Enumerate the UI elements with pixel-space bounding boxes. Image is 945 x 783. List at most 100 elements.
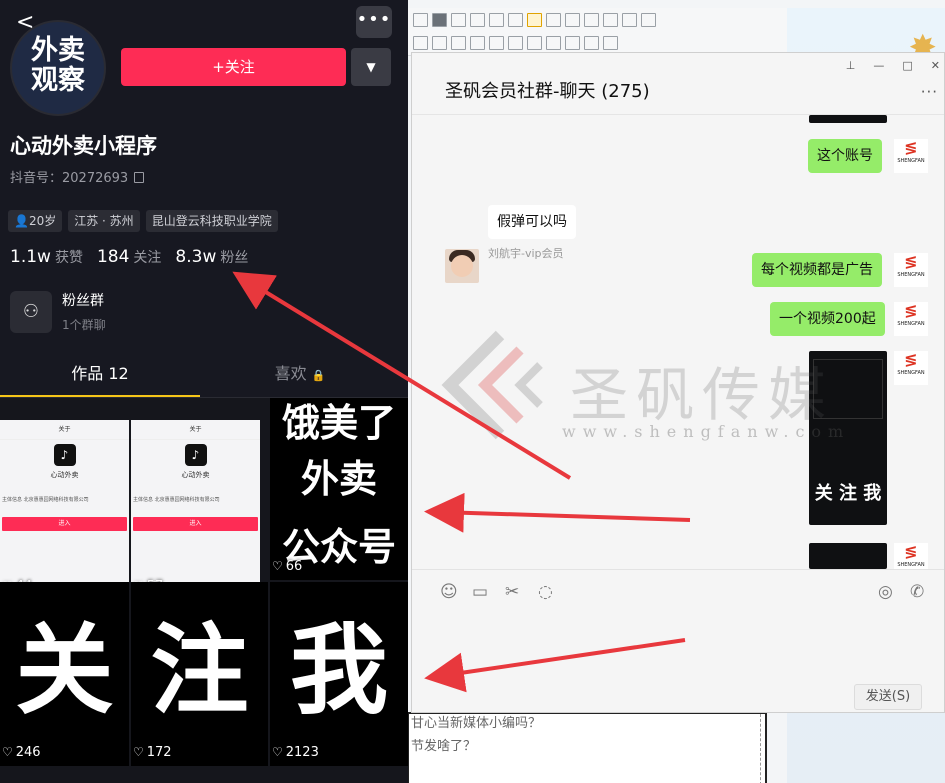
video-icon[interactable] xyxy=(508,35,523,50)
text-style-icon[interactable] xyxy=(641,12,656,27)
tag-school: 昆山登云科技职业学院 xyxy=(145,210,278,232)
justify-icon[interactable] xyxy=(508,12,523,27)
tab-works[interactable]: 作品 12 xyxy=(0,352,200,397)
stat-fans[interactable]: 8.3w 粉丝 xyxy=(175,247,248,267)
scissors-icon[interactable]: ✂ xyxy=(505,582,519,602)
wechat-chat-window: 圣矾会员社群-聊天 (275) ⊥ — □ ✕ ··· 这个账号 ≶ SHENGF… xyxy=(411,52,945,713)
account-name: 心动外卖小程序 xyxy=(10,134,157,158)
chat-bubble-icon[interactable]: ◌ xyxy=(538,582,553,602)
table-icon[interactable] xyxy=(413,35,428,50)
stat-label: 关注 xyxy=(133,250,162,266)
align-center-icon[interactable] xyxy=(470,12,485,27)
like-count-text: 2123 xyxy=(285,745,319,760)
follow-button[interactable]: +关注 xyxy=(121,48,346,86)
back-icon[interactable]: < xyxy=(16,10,34,35)
maximize-icon[interactable]: □ xyxy=(902,59,912,72)
message-bubble-self: 一个视频200起 xyxy=(770,302,885,336)
message-bubble-self: 这个账号 xyxy=(808,139,882,173)
eraser-icon[interactable] xyxy=(546,35,561,50)
grid-icon[interactable] xyxy=(432,35,447,50)
more-options-icon[interactable]: ··· xyxy=(921,83,938,101)
avatar[interactable]: ≶ SHENGFAN xyxy=(894,543,928,569)
fans-group-count: 1个群聊 xyxy=(62,318,106,332)
brush-icon[interactable] xyxy=(584,35,599,50)
video-thumbnail[interactable]: 注 ♡ 172 xyxy=(131,582,268,766)
format-icon[interactable] xyxy=(413,12,428,27)
video-overlay-text: 关 xyxy=(15,614,114,728)
image-char: 关 xyxy=(814,483,833,504)
settings-icon[interactable] xyxy=(603,35,618,50)
heart-icon: ♡ xyxy=(272,559,283,573)
avatar[interactable] xyxy=(445,249,479,283)
line-spacing-icon[interactable] xyxy=(584,12,599,27)
image-content xyxy=(813,359,883,419)
mini-app-name: 心动外卖 xyxy=(181,471,210,479)
tag-age: 👤20岁 xyxy=(8,210,63,232)
send-button[interactable]: 发送(S) xyxy=(854,684,922,710)
folder-icon[interactable]: ▭ xyxy=(472,582,488,602)
image-char: 注 xyxy=(839,483,857,504)
profile-header: 外卖 观察 < ••• +关注 ▼ 心动外卖小程序 抖音号：20272693 👤… xyxy=(0,0,408,398)
mini-header: 关于 xyxy=(131,420,260,440)
outdent-icon[interactable] xyxy=(565,12,580,27)
image-icon[interactable] xyxy=(470,35,485,50)
image-message[interactable]: 关 注 我 xyxy=(809,351,887,525)
close-icon[interactable]: ✕ xyxy=(931,59,940,72)
doc-page-body: 甘心当新媒体小编吗？ 节发啥了？ xyxy=(409,714,761,783)
minimize-icon[interactable]: — xyxy=(873,59,884,72)
logo-mark-icon: ≶ xyxy=(904,252,918,271)
avatar[interactable]: ≶ SHENGFAN xyxy=(894,253,928,287)
image-message[interactable] xyxy=(809,115,887,123)
lock-icon: 🔒 xyxy=(311,369,326,382)
avatar[interactable]: ≶ SHENGFAN xyxy=(894,302,928,336)
stat-following[interactable]: 184 关注 xyxy=(97,247,161,267)
video-overlay-text: 饿美了 xyxy=(281,401,396,445)
doc-page: 甘心当新媒体小编吗？ 节发啥了？ xyxy=(407,712,767,783)
group-chat-icon: ⚇ xyxy=(10,290,52,333)
fans-group-entry[interactable]: ⚇ 粉丝群 1个群聊 xyxy=(10,290,106,333)
avatar[interactable]: ≶ SHENGFAN xyxy=(894,351,928,385)
input-area[interactable]: ☺ ▭ ✂ ◌ ◎ ✆ 发送(S) xyxy=(412,569,944,714)
picture-icon[interactable] xyxy=(489,35,504,50)
align-left-icon[interactable] xyxy=(451,12,466,27)
indent-icon[interactable] xyxy=(546,12,561,27)
heart-icon: ♡ xyxy=(272,745,283,759)
stat-likes[interactable]: 1.1w 获赞 xyxy=(10,247,83,267)
live-icon[interactable]: ◎ xyxy=(878,582,893,602)
tab-likes[interactable]: 喜欢 🔒 xyxy=(200,352,400,397)
more-options-icon[interactable]: ••• xyxy=(356,6,392,38)
highlight-icon[interactable] xyxy=(432,12,447,27)
borders-icon[interactable] xyxy=(622,12,637,27)
link-icon[interactable] xyxy=(527,35,542,50)
video-thumbnail[interactable]: 关于 ♪ 心动外卖 主体信息 北京惠惠园网络科技有限公司 进入 ♡57 xyxy=(131,420,260,600)
pin-icon[interactable] xyxy=(565,35,580,50)
douyin-id-text: 抖音号：20272693 xyxy=(10,171,129,186)
image-overlay-text: 关 注 我 xyxy=(809,479,887,505)
video-thumbnail[interactable]: 关 ♡ 246 xyxy=(0,582,129,766)
screen: ✸ 甘心当新媒体小编吗？ 节发啥了？ 外卖 观察 < ••• +关注 ▼ 心动外… xyxy=(0,0,945,783)
stat-value: 1.1w xyxy=(10,247,51,267)
align-right-icon[interactable] xyxy=(489,12,504,27)
like-count: ♡ 66 xyxy=(272,559,302,574)
avatar-face xyxy=(451,255,473,277)
message-list[interactable]: 这个账号 ≶ SHENGFAN 刘航宇-vip会员 假弹可以吗 每个视频都是广告 … xyxy=(412,115,944,569)
chat-header: 圣矾会员社群-聊天 (275) ⊥ — □ ✕ ··· xyxy=(412,53,944,115)
emoji-icon[interactable]: ☺ xyxy=(440,582,458,602)
caret-down-icon[interactable]: ▼ xyxy=(351,48,391,86)
list-icon[interactable] xyxy=(603,12,618,27)
distribute-icon[interactable] xyxy=(527,12,542,27)
douyin-id: 抖音号：20272693 xyxy=(10,167,145,186)
video-thumbnail[interactable]: 我 ♡ 2123 xyxy=(270,582,408,766)
word-icon[interactable] xyxy=(451,35,466,50)
video-thumbnail[interactable]: 饿美了 外卖 公众号 ♡ 66 xyxy=(270,398,408,580)
video-thumbnail[interactable]: 关于 ♪ 心动外卖 主体信息 北京惠惠园网络科技有限公司 进入 ♡44 xyxy=(0,420,129,600)
avatar[interactable]: ≶ SHENGFAN xyxy=(894,139,928,173)
pin-icon[interactable]: ⊥ xyxy=(846,59,856,72)
call-icon[interactable]: ✆ xyxy=(910,582,924,602)
person-icon: 👤 xyxy=(14,214,29,228)
image-message[interactable] xyxy=(809,543,887,569)
copy-icon[interactable] xyxy=(134,172,145,183)
tab-likes-label: 喜欢 xyxy=(274,364,307,383)
avatar-text: 外卖 xyxy=(31,35,85,66)
video-overlay-text: 注 xyxy=(150,614,249,728)
